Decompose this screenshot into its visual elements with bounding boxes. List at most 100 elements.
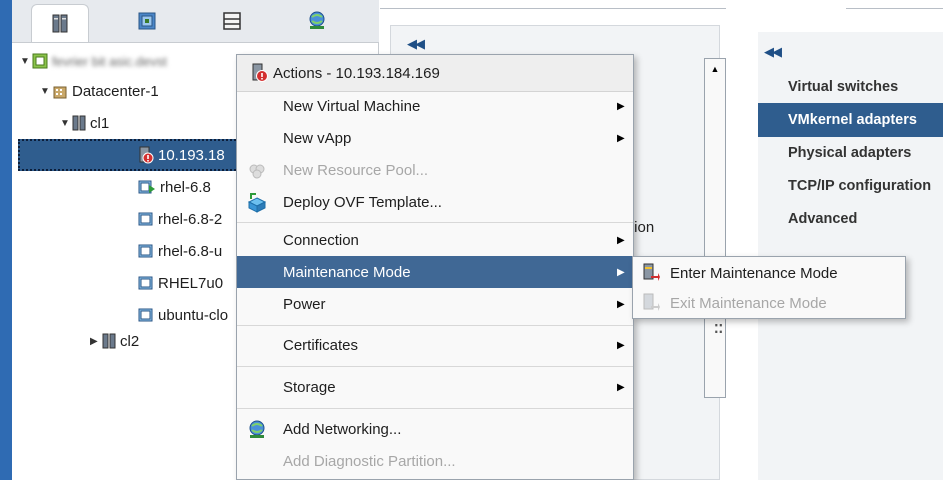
actions-context-menu: Actions - 10.193.184.169 New Virtual Mac… — [236, 54, 634, 480]
menu-item-new-resource-pool: New Resource Pool... — [237, 154, 633, 186]
vm-icon — [138, 211, 154, 227]
navigator-tabbar — [12, 0, 379, 43]
collapse-double-left-icon[interactable]: ◀◀ — [764, 44, 782, 60]
menu-item-label: New Resource Pool... — [283, 161, 429, 179]
tree-item-vm-4[interactable]: ubuntu-clo — [138, 304, 228, 326]
tab-networking[interactable] — [288, 6, 346, 36]
menu-item-label: Maintenance Mode — [283, 263, 411, 281]
collapse-double-left-icon[interactable]: ◀◀ — [407, 36, 425, 52]
menu-item-label: Exit Maintenance Mode — [670, 294, 827, 312]
menu-item-add-networking[interactable]: Add Networking... — [237, 413, 633, 445]
collapse-arrow-icon[interactable]: ▼ — [20, 56, 32, 67]
vm-icon — [138, 307, 154, 323]
cluster-label: cl1 — [90, 114, 110, 132]
menu-separator — [237, 325, 633, 326]
tree-item-datacenter[interactable]: ▼ Datacenter-1 — [40, 80, 159, 102]
resize-handle-icon[interactable]: ⁚⁚ — [714, 322, 723, 336]
tree-item-vm-0[interactable]: rhel-6.8 — [138, 176, 211, 198]
right-nav-physical-adapters[interactable]: Physical adapters — [758, 136, 943, 170]
right-nav-tcpip-configuration[interactable]: TCP/IP configuration — [758, 169, 943, 203]
networking-icon — [309, 11, 325, 29]
expand-arrow-icon[interactable]: ▶ — [90, 336, 102, 347]
menu-item-storage[interactable]: Storage ▶ — [237, 371, 633, 403]
menu-item-label: Add Diagnostic Partition... — [283, 452, 456, 470]
host-alert-icon — [138, 146, 154, 164]
cluster-icon — [72, 115, 86, 131]
datacenter-label: Datacenter-1 — [72, 82, 159, 100]
tree-item-vm-2[interactable]: rhel-6.8-u — [138, 240, 222, 262]
tree-item-vm-1[interactable]: rhel-6.8-2 — [138, 208, 222, 230]
menu-item-exit-maintenance-mode: Exit Maintenance Mode — [633, 288, 905, 318]
submenu-arrow-icon: ▶ — [617, 132, 625, 144]
menu-item-label: Add Networking... — [283, 420, 402, 438]
cluster-label: cl2 — [120, 332, 140, 350]
menu-item-enter-maintenance-mode[interactable]: Enter Maintenance Mode — [633, 258, 905, 288]
collapse-arrow-icon[interactable]: ▼ — [60, 118, 72, 129]
collapse-arrow-icon[interactable]: ▼ — [40, 86, 52, 97]
panel-border — [846, 0, 943, 9]
menu-separator — [237, 408, 633, 409]
tree-item-cluster-cl1[interactable]: ▼ cl1 — [60, 112, 109, 134]
vm-label: rhel-6.8-u — [158, 242, 223, 260]
right-panel: ◀◀ Virtual switches VMkernel adapters Ph… — [748, 0, 943, 480]
host-label: 10.193.18 — [158, 146, 225, 164]
menu-item-label: Enter Maintenance Mode — [670, 264, 838, 282]
menu-item-new-virtual-machine[interactable]: New Virtual Machine ▶ — [237, 90, 633, 122]
add-networking-icon — [247, 420, 267, 440]
right-nav-advanced[interactable]: Advanced — [758, 202, 943, 236]
menu-item-connection[interactable]: Connection ▶ — [237, 224, 633, 256]
menu-item-add-diagnostic-partition: Add Diagnostic Partition... — [237, 445, 633, 477]
submenu-arrow-icon: ▶ — [617, 100, 625, 112]
vms-templates-icon — [138, 12, 156, 30]
menu-item-certificates[interactable]: Certificates ▶ — [237, 329, 633, 361]
menu-item-label: New Virtual Machine — [283, 97, 421, 115]
submenu-arrow-icon: ▶ — [617, 234, 625, 246]
menu-item-new-vapp[interactable]: New vApp ▶ — [237, 122, 633, 154]
right-nav-vmkernel-adapters[interactable]: VMkernel adapters — [758, 103, 943, 137]
hosts-clusters-icon — [52, 14, 68, 32]
context-menu-title: Actions - 10.193.184.169 — [273, 64, 440, 82]
menu-item-label: Certificates — [283, 336, 359, 354]
menu-item-label: New vApp — [283, 129, 352, 147]
vm-label: RHEL7u0 — [158, 274, 224, 292]
exit-maintenance-icon — [641, 293, 661, 313]
vcenter-label: fevrier bit asic.devst — [52, 53, 167, 69]
panel-border — [380, 0, 726, 9]
vertical-scrollbar[interactable]: ▲ — [704, 58, 726, 398]
menu-separator — [237, 366, 633, 367]
scroll-up-arrow-icon[interactable]: ▲ — [707, 61, 723, 77]
tree-item-vm-3[interactable]: RHEL7u0 — [138, 272, 223, 294]
left-gutter — [0, 0, 12, 480]
resource-pool-icon — [247, 161, 267, 181]
menu-item-power[interactable]: Power ▶ — [237, 288, 633, 320]
tree-item-vcenter[interactable]: ▼ fevrier bit asic.devst — [20, 50, 167, 72]
vm-label: rhel-6.8 — [160, 178, 211, 196]
context-menu-header: Actions - 10.193.184.169 — [237, 55, 633, 92]
vm-icon — [138, 243, 154, 259]
submenu-arrow-icon: ▶ — [617, 339, 625, 351]
menu-separator — [237, 222, 633, 223]
submenu-arrow-icon: ▶ — [617, 381, 625, 393]
enter-maintenance-icon — [641, 263, 661, 283]
tree-item-host-selected[interactable]: 10.193.18 — [138, 144, 225, 166]
menu-item-deploy-ovf-template[interactable]: Deploy OVF Template... — [237, 186, 633, 218]
host-alert-icon — [251, 63, 269, 87]
maintenance-mode-submenu: Enter Maintenance Mode Exit Maintenance … — [632, 256, 906, 319]
vm-icon — [138, 275, 154, 291]
datacenter-icon — [52, 83, 68, 99]
tree-item-cluster-cl2[interactable]: ▶ cl2 — [90, 330, 139, 352]
vcenter-icon — [32, 53, 48, 69]
vm-label: ubuntu-clo — [158, 306, 229, 324]
tab-vms-and-templates[interactable] — [118, 6, 176, 36]
storage-icon — [223, 12, 241, 30]
deploy-ovf-icon — [247, 193, 267, 213]
submenu-arrow-icon: ▶ — [617, 298, 625, 310]
menu-item-label: Connection — [283, 231, 359, 249]
menu-item-label: Deploy OVF Template... — [283, 193, 442, 211]
tab-hosts-and-clusters[interactable] — [31, 4, 89, 42]
menu-item-maintenance-mode[interactable]: Maintenance Mode ▶ — [237, 256, 633, 288]
cluster-icon — [102, 333, 116, 349]
right-nav-virtual-switches[interactable]: Virtual switches — [758, 70, 943, 104]
menu-item-label: Storage — [283, 378, 336, 396]
tab-storage[interactable] — [203, 6, 261, 36]
